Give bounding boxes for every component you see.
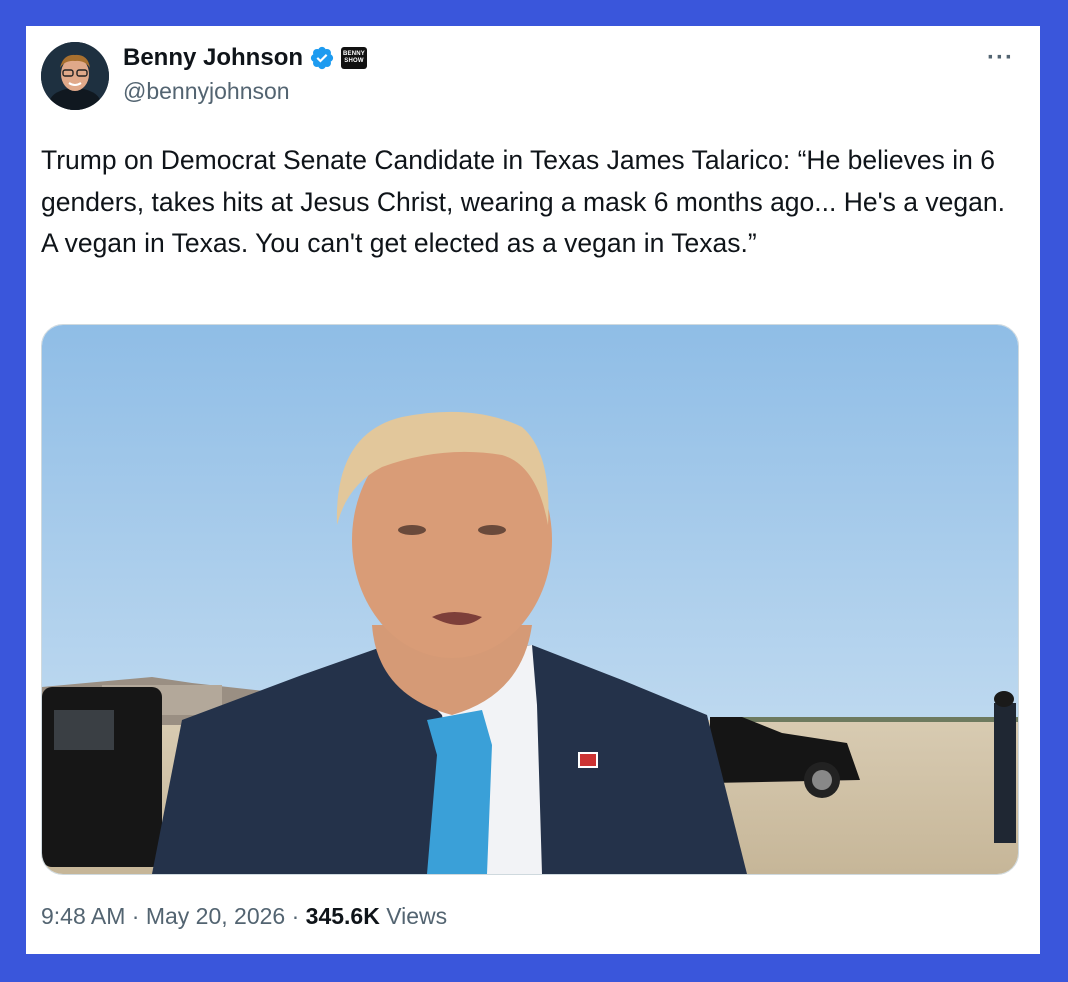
author-display-name[interactable]: Benny Johnson [123, 44, 303, 72]
tweet-media-image[interactable] [41, 324, 1019, 875]
affiliate-badge-text: BENNY SHOW [343, 51, 366, 64]
tweet-text: Trump on Democrat Senate Candidate in Te… [41, 145, 1005, 258]
tweet-date[interactable]: May 20, 2026 [146, 903, 285, 929]
author-name-row: Benny Johnson BENNY SHOW [123, 44, 368, 72]
tweet-meta: 9:48 AM · May 20, 2026 · 345.6K Views [41, 903, 447, 930]
author-avatar[interactable] [41, 42, 109, 110]
affiliate-badge-icon[interactable]: BENNY SHOW [341, 47, 368, 69]
meta-separator: · [131, 903, 140, 929]
views-label: Views [386, 903, 448, 929]
more-options-icon[interactable]: ··· [987, 44, 1014, 72]
tweet-time[interactable]: 9:48 AM [41, 903, 125, 929]
meta-separator: · [291, 903, 300, 929]
tweet-card: Benny Johnson BENNY SHOW @bennyjohnson ·… [26, 26, 1040, 954]
views-count: 345.6K [305, 903, 380, 929]
author-handle[interactable]: @bennyjohnson [123, 78, 290, 105]
verified-badge-icon [310, 46, 334, 70]
